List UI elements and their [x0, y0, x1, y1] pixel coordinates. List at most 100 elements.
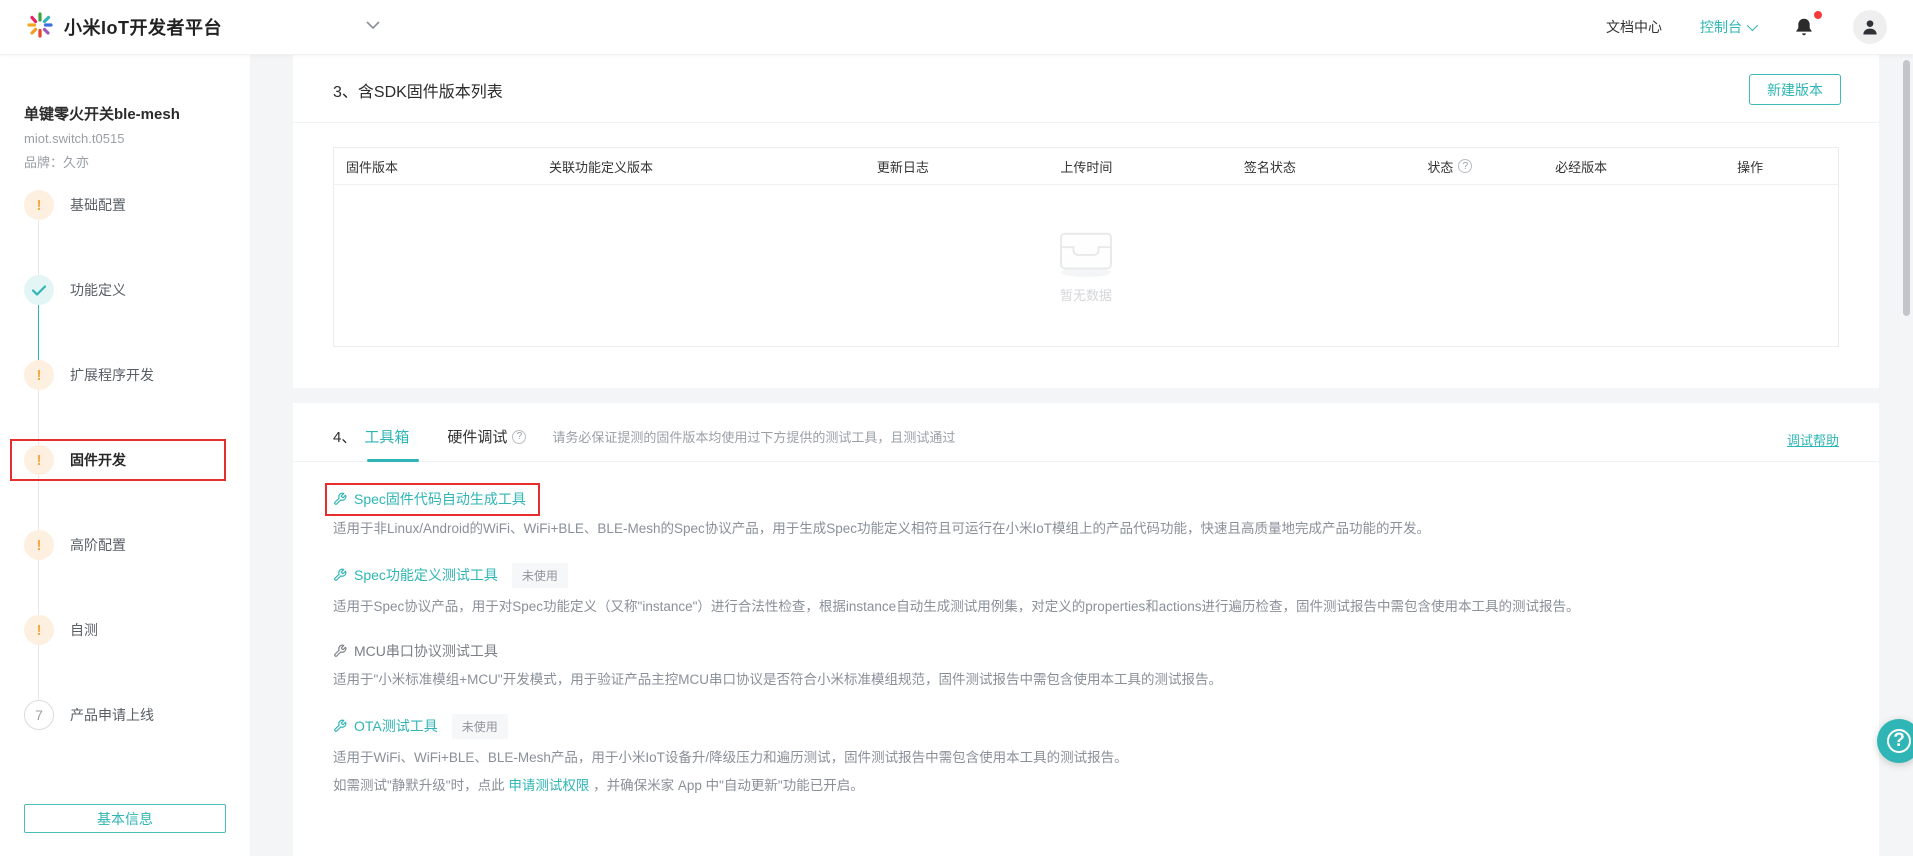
notification-dot [1814, 11, 1822, 19]
question-circle-icon[interactable]: ? [512, 429, 527, 444]
notifications-button[interactable] [1793, 11, 1822, 38]
tool-name: OTA测试工具 [354, 718, 438, 735]
step-number: 7 [24, 700, 54, 730]
active-tab-underline [367, 459, 419, 462]
sidebar-item-product-launch[interactable]: 7 产品申请上线 [24, 700, 226, 730]
tool-link-spec-code-generator[interactable]: Spec固件代码自动生成工具 [333, 489, 526, 509]
col-linked-spec-version: 关联功能定义版本 [549, 159, 654, 175]
bell-icon [1796, 18, 1812, 36]
wrench-icon [334, 719, 347, 733]
tool-list: Spec固件代码自动生成工具 适用于非Linux/Android的WiFi、Wi… [293, 462, 1879, 797]
tool-extra-note: 如需测试"静默升级"时，点此 申请测试权限 ，并确保米家 App 中"自动更新"… [333, 776, 1839, 797]
tool-mcu-serial-test: MCU串口协议测试工具 适用于"小米标准模组+MCU"开发模式，用于验证产品主控… [333, 641, 1839, 691]
avatar[interactable] [1853, 10, 1887, 44]
xiaomi-iot-logo-icon [26, 11, 54, 44]
col-upload-time: 上传时间 [1060, 159, 1113, 175]
wrench-icon [334, 644, 347, 657]
annotation-red-box: Spec固件代码自动生成工具 [325, 483, 540, 516]
firmware-version-section: 3、含SDK固件版本列表 新建版本 固件版本 关联功能定义版本 更新日志 上传时… [293, 55, 1879, 388]
step-connector [38, 390, 39, 445]
inbox-icon [1060, 232, 1112, 278]
empty-text: 暂无数据 [1059, 288, 1112, 303]
step-connector [38, 220, 39, 275]
warning-icon: ! [24, 445, 54, 475]
sidebar-item-firmware-dev[interactable]: ! 固件开发 [10, 439, 226, 481]
product-model: miot.switch.t0515 [24, 131, 125, 146]
sidebar-item-basic-config[interactable]: ! 基础配置 [24, 190, 226, 220]
divider [293, 122, 1879, 123]
warning-icon: ! [24, 530, 54, 560]
extra-suffix: ，并确保米家 App 中"自动更新"功能已开启。 [589, 777, 864, 793]
chevron-down-icon [1746, 19, 1759, 32]
sidebar-item-self-test[interactable]: ! 自测 [24, 615, 226, 645]
user-icon [1863, 20, 1877, 35]
step-label: 基础配置 [70, 197, 126, 213]
wrench-icon [334, 492, 347, 505]
step-connector [38, 560, 39, 615]
apply-test-permission-link[interactable]: 申请测试权限 [508, 778, 589, 793]
step-connector [38, 475, 39, 530]
table-header-row: 固件版本 关联功能定义版本 更新日志 上传时间 签名状态 状态 ? 必经版本 操… [334, 148, 1838, 185]
topbar: 小米IoT开发者平台 文档中心 控制台 [0, 0, 1913, 55]
product-brand: 品牌：久亦 [24, 155, 90, 170]
app-title: 小米IoT开发者平台 [64, 18, 222, 38]
question-circle-icon[interactable]: ? [1458, 159, 1473, 173]
tool-spec-definition-test: Spec功能定义测试工具 未使用 适用于Spec协议产品，用于对Spec功能定义… [333, 562, 1839, 618]
check-icon [24, 275, 54, 305]
tool-desc: 适用于非Linux/Android的WiFi、WiFi+BLE、BLE-Mesh… [333, 521, 1430, 536]
step-label: 功能定义 [70, 282, 126, 298]
sidebar: 单键零火开关ble-mesh miot.switch.t0515 品牌：久亦 !… [0, 55, 250, 856]
warning-icon: ! [24, 360, 54, 390]
tool-spec-code-generator: Spec固件代码自动生成工具 适用于非Linux/Android的WiFi、Wi… [325, 483, 1839, 540]
firmware-table: 固件版本 关联功能定义版本 更新日志 上传时间 签名状态 状态 ? 必经版本 操… [333, 147, 1839, 347]
sidebar-item-advanced-config[interactable]: ! 高阶配置 [24, 530, 226, 560]
sidebar-item-extension-dev[interactable]: ! 扩展程序开发 [24, 360, 226, 390]
tool-desc: 适用于WiFi、WiFi+BLE、BLE-Mesh产品，用于小米IoT设备升/降… [333, 749, 1128, 765]
tool-link-spec-definition-test[interactable]: Spec功能定义测试工具 [333, 565, 498, 585]
step-connector [38, 645, 39, 700]
col-signature-status: 签名状态 [1243, 159, 1296, 175]
tool-link-ota-test[interactable]: OTA测试工具 [333, 716, 438, 736]
doc-center-link[interactable]: 文档中心 [1606, 17, 1662, 37]
step-nav: ! 基础配置 功能定义 ! 扩展程序开发 ! 固件开发 ! 高阶配置 ! 自测 … [10, 190, 226, 730]
console-menu[interactable]: 控制台 [1700, 17, 1759, 37]
step-label: 扩展程序开发 [70, 367, 154, 383]
tool-name: Spec固件代码自动生成工具 [354, 491, 526, 507]
floating-help-button[interactable]: ? [1877, 719, 1913, 763]
section-title: 3、含SDK固件版本列表 [333, 83, 503, 101]
toolbox-section: 4、 工具箱 硬件调试 ? 请务必保证提测的固件版本均使用过下方提供的测试工具，… [293, 403, 1879, 856]
tool-ota-test: OTA测试工具 未使用 适用于WiFi、WiFi+BLE、BLE-Mesh产品，… [333, 713, 1839, 797]
product-switcher-chevron-down-icon[interactable] [366, 17, 380, 35]
col-required-version: 必经版本 [1555, 159, 1608, 175]
product-info: 单键零火开关ble-mesh miot.switch.t0515 品牌：久亦 [0, 55, 250, 171]
vertical-scrollbar[interactable] [1903, 60, 1910, 316]
step-label: 固件开发 [70, 452, 126, 468]
step-label: 自测 [70, 622, 98, 638]
col-status-label: 状态 [1427, 159, 1454, 175]
unused-badge: 未使用 [511, 562, 568, 588]
empty-state: 暂无数据 [334, 185, 1838, 346]
col-changelog: 更新日志 [876, 159, 929, 175]
step-connector [38, 305, 39, 360]
sidebar-item-function-definition[interactable]: 功能定义 [24, 275, 226, 305]
warning-icon: ! [24, 190, 54, 220]
tab-toolbox[interactable]: 工具箱 [364, 426, 409, 447]
brand: 小米IoT开发者平台 [26, 11, 222, 44]
tool-name: Spec功能定义测试工具 [354, 567, 498, 584]
tool-desc: 适用于"小米标准模组+MCU"开发模式，用于验证产品主控MCU串口协议是否符合小… [333, 671, 1222, 687]
new-version-button[interactable]: 新建版本 [1749, 74, 1841, 105]
tool-link-mcu-serial-test[interactable]: MCU串口协议测试工具 [333, 641, 498, 661]
help-icon: ? [1887, 729, 1911, 753]
debug-help-link[interactable]: 调试帮助 [1787, 430, 1839, 449]
extra-prefix: 如需测试"静默升级"时，点此 [333, 777, 509, 793]
wrench-icon [334, 569, 347, 582]
tab-hardware-debug[interactable]: 硬件调试 ? [447, 426, 527, 447]
divider [293, 459, 1879, 462]
tool-name: MCU串口协议测试工具 [354, 642, 498, 659]
step-label: 高阶配置 [70, 537, 126, 553]
toolbox-note: 请务必保证提测的固件版本均使用过下方提供的测试工具，且测试通过 [552, 430, 956, 445]
basic-info-button[interactable]: 基本信息 [24, 804, 226, 833]
unused-badge: 未使用 [451, 713, 508, 739]
tab-hardware-debug-label: 硬件调试 [447, 429, 508, 446]
section-number: 4、 [333, 429, 357, 446]
